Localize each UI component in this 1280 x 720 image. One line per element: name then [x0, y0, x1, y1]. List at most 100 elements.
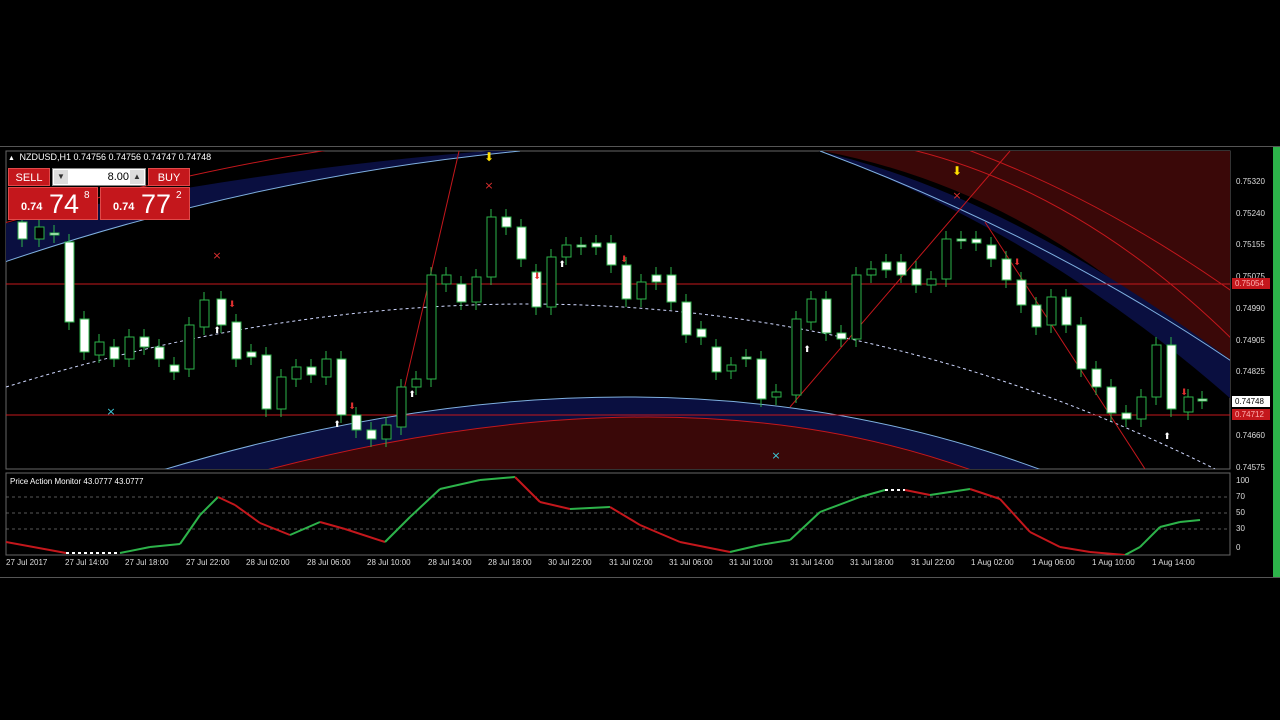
time-tick: 27 Jul 2017 — [6, 558, 48, 567]
candle-body — [471, 276, 482, 303]
time-tick: 30 Jul 22:00 — [548, 558, 592, 567]
indicator-pane — [5, 472, 1231, 556]
price-chart[interactable]: ⬇ ⬇ × × × ⬇ ⬇ ⬇ ⬇ ⬇ ⬇ ⬆ ⬆ ⬆ ⬆ ⬆ ⬆ × × — [0, 147, 1273, 577]
candle-body — [336, 358, 347, 416]
cross-marker-icon: × — [952, 189, 961, 202]
price-tick: 0.74990 — [1236, 304, 1265, 313]
candle-body — [139, 336, 150, 348]
sell-signal-arrow-icon: ⬇ — [952, 164, 962, 178]
time-tick: 31 Jul 10:00 — [729, 558, 773, 567]
collapse-triangle-icon[interactable]: ▲ — [8, 155, 15, 162]
candle-body — [426, 274, 437, 380]
time-tick: 31 Jul 22:00 — [911, 558, 955, 567]
time-tick: 1 Aug 06:00 — [1032, 558, 1075, 567]
time-tick: 31 Jul 02:00 — [609, 558, 653, 567]
candle-body — [501, 216, 512, 228]
down-arrow-icon: ⬇ — [228, 300, 236, 310]
price-tick: 0.74575 — [1236, 463, 1265, 472]
time-tick: 28 Jul 18:00 — [488, 558, 532, 567]
candle-body — [1121, 412, 1132, 420]
candle-body — [606, 242, 617, 266]
candle-body — [291, 366, 302, 380]
candle-body — [926, 278, 937, 286]
candle-body — [621, 264, 632, 300]
candle-body — [246, 351, 257, 358]
candle-body — [79, 318, 90, 353]
candle-body — [486, 216, 497, 278]
time-tick: 27 Jul 22:00 — [186, 558, 230, 567]
cross-marker-icon: × — [212, 249, 221, 262]
candle-body — [681, 301, 692, 336]
candle-body — [821, 298, 832, 334]
candle-body — [381, 424, 392, 440]
lot-decrease-icon[interactable]: ▼ — [54, 170, 68, 184]
candle-body — [956, 238, 967, 242]
candle-body — [756, 358, 767, 400]
indicator-level: 70 — [1236, 492, 1245, 501]
candle-body — [1046, 296, 1057, 326]
price-tick: 0.74660 — [1236, 431, 1265, 440]
one-click-trading-panel: SELL ▼ ▲ BUY 0.74 74 8 0.74 77 2 — [8, 168, 190, 220]
time-tick: 28 Jul 02:00 — [246, 558, 290, 567]
candle-body — [1106, 386, 1117, 414]
cross-marker-icon: × — [484, 179, 493, 192]
price-tick: 0.75240 — [1236, 209, 1265, 218]
sell-button[interactable]: SELL — [8, 168, 50, 186]
sell-price-box[interactable]: 0.74 74 8 — [8, 187, 98, 220]
candle-body — [154, 346, 165, 360]
candle-body — [696, 328, 707, 338]
buy-button[interactable]: BUY — [148, 168, 190, 186]
candle-body — [1166, 344, 1177, 410]
candle-body — [546, 256, 557, 308]
candle-body — [881, 261, 892, 271]
candle-body — [1031, 304, 1042, 328]
candle-body — [516, 226, 527, 260]
buy-price-big: 77 — [141, 189, 172, 219]
cyan-cross-icon: × — [106, 405, 115, 418]
down-arrow-icon: ⬇ — [1180, 388, 1188, 398]
candle-body — [64, 241, 75, 323]
up-arrow-icon: ⬆ — [333, 420, 341, 430]
up-arrow-icon: ⬆ — [408, 390, 416, 400]
cyan-cross-icon: × — [771, 449, 780, 462]
time-tick: 27 Jul 18:00 — [125, 558, 169, 567]
candle-body — [791, 318, 802, 396]
chart-window[interactable]: ⬇ ⬇ × × × ⬇ ⬇ ⬇ ⬇ ⬇ ⬇ ⬆ ⬆ ⬆ ⬆ ⬆ ⬆ × × ▲ NZDUSD,H1 0.74756 … — [0, 146, 1280, 578]
lot-increase-icon[interactable]: ▲ — [130, 170, 144, 184]
lot-size-input[interactable] — [71, 170, 131, 184]
time-tick: 28 Jul 06:00 — [307, 558, 351, 567]
candle-body — [771, 391, 782, 398]
candle-body — [1016, 279, 1027, 306]
buy-price-box[interactable]: 0.74 77 2 — [100, 187, 190, 220]
down-arrow-icon: ⬇ — [533, 272, 541, 282]
price-tick: 0.74905 — [1236, 336, 1265, 345]
candle-body — [306, 366, 317, 376]
time-tick: 1 Aug 02:00 — [971, 558, 1014, 567]
buy-price-sup: 2 — [176, 190, 182, 201]
candle-body — [17, 221, 28, 240]
price-tick: 0.75320 — [1236, 177, 1265, 186]
time-tick: 31 Jul 18:00 — [850, 558, 894, 567]
scroll-strip[interactable] — [1273, 147, 1280, 577]
symbol-header: ▲ NZDUSD,H1 0.74756 0.74756 0.74747 0.74… — [8, 152, 211, 162]
candle-body — [199, 299, 210, 328]
candle-body — [986, 244, 997, 260]
up-arrow-icon: ⬆ — [558, 260, 566, 270]
candle-body — [1136, 396, 1147, 420]
up-arrow-icon: ⬆ — [803, 345, 811, 355]
price-tick: 0.74825 — [1236, 367, 1265, 376]
sell-price-sup: 8 — [84, 190, 90, 201]
candle-body — [1076, 324, 1087, 370]
candle-body — [561, 244, 572, 258]
symbol-name: NZDUSD,H1 — [19, 152, 71, 162]
down-arrow-icon: ⬇ — [620, 255, 628, 265]
candle-body — [49, 232, 60, 236]
indicator-level: 30 — [1236, 524, 1245, 533]
candle-body — [94, 341, 105, 356]
candle-body — [456, 283, 467, 303]
candle-body — [866, 268, 877, 276]
candle-body — [1151, 344, 1162, 398]
candle-body — [726, 364, 737, 372]
candle-body — [971, 238, 982, 244]
candle-body — [666, 274, 677, 303]
